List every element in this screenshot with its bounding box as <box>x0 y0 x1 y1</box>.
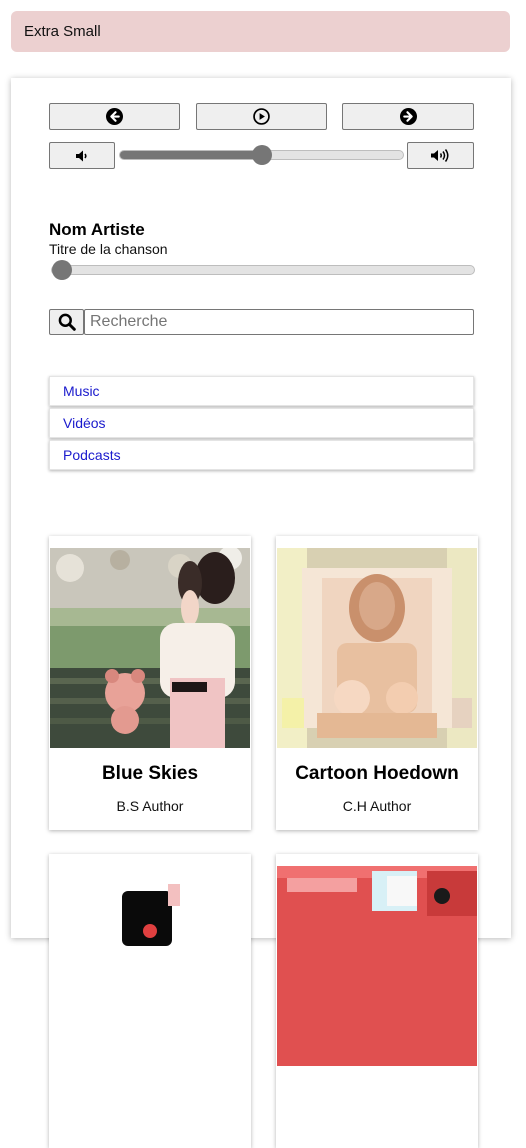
progress-slider[interactable] <box>51 260 475 280</box>
album-cover-image <box>277 866 477 1066</box>
size-banner: Extra Small <box>11 11 510 52</box>
album-card[interactable]: Blue Skies B.S Author <box>49 536 251 830</box>
album-card[interactable] <box>49 854 251 1148</box>
card-author: B.S Author <box>116 798 184 814</box>
album-cover-image <box>50 548 250 748</box>
progress-slider-thumb[interactable] <box>52 260 72 280</box>
arrow-left-circle-icon <box>106 108 123 125</box>
nav-item-music[interactable]: Music <box>49 376 474 406</box>
card-title: Cartoon Hoedown <box>295 763 459 784</box>
album-card[interactable] <box>276 854 478 1148</box>
play-circle-icon <box>253 108 270 125</box>
volume-slider-fill <box>120 151 262 159</box>
search-button[interactable] <box>49 309 84 335</box>
nav-item-podcasts[interactable]: Podcasts <box>49 440 474 470</box>
album-cover-image <box>277 548 477 748</box>
volume-slider-thumb[interactable] <box>252 145 272 165</box>
category-nav: Music Vidéos Podcasts <box>49 376 474 472</box>
card-author: C.H Author <box>342 798 412 814</box>
volume-up-icon <box>430 149 448 162</box>
volume-down-button[interactable] <box>49 142 115 169</box>
arrow-right-circle-icon <box>399 108 417 125</box>
nav-item-videos[interactable]: Vidéos <box>49 408 474 438</box>
volume-down-icon <box>76 150 87 161</box>
volume-slider[interactable] <box>119 145 404 165</box>
song-title: Titre de la chanson <box>49 241 168 257</box>
search-icon <box>58 313 76 331</box>
album-card[interactable]: Cartoon Hoedown C.H Author <box>276 536 478 830</box>
volume-up-button[interactable] <box>407 142 474 169</box>
card-title: Blue Skies <box>101 763 199 784</box>
artist-name: Nom Artiste <box>49 220 145 239</box>
play-button[interactable] <box>196 103 327 130</box>
search-input[interactable] <box>84 309 474 335</box>
player-panel: Nom Artiste Titre de la chanson Music Vi… <box>11 78 511 1148</box>
previous-button[interactable] <box>49 103 180 130</box>
next-button[interactable] <box>342 103 474 130</box>
album-cover-image <box>50 866 250 1066</box>
